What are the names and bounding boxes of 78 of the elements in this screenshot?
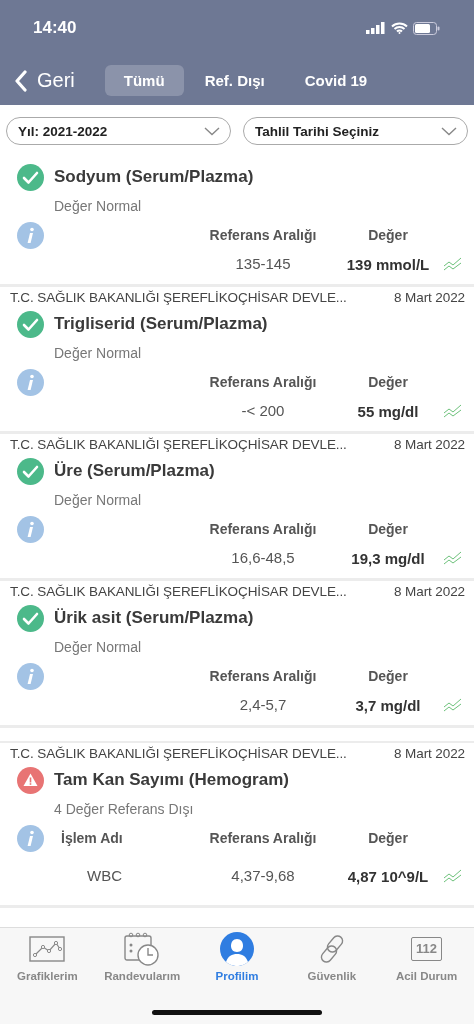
filter-tab[interactable]: Ref. Dışı xyxy=(185,65,284,96)
column-header: Referans Aralığı xyxy=(208,667,318,686)
result-summary: Değer Normal xyxy=(53,638,143,657)
chevron-down-icon xyxy=(441,126,457,136)
tab-bar-item[interactable]: Profilim xyxy=(189,932,285,982)
dropdown-field[interactable]: Yıl: 2021-2022 xyxy=(6,117,231,145)
column-header: Değer xyxy=(367,226,409,245)
tab-bar-item[interactable]: Grafiklerim xyxy=(0,932,95,982)
wifi-icon xyxy=(391,22,408,34)
info-icon[interactable] xyxy=(17,515,44,543)
column-header: Değer xyxy=(367,667,409,686)
reference-range: 135-145 xyxy=(234,254,292,274)
signal-icon xyxy=(366,22,386,34)
filter-tab[interactable]: Covid 19 xyxy=(285,65,387,96)
reference-range: 16,6-48,5 xyxy=(230,548,296,568)
filter-tab[interactable]: Tümü xyxy=(104,65,184,96)
hospital-name: T.C. SAĞLIK BAKANLIĞI ŞEREFLİKOÇHİSAR DEVLE... xyxy=(10,746,347,761)
chevron-left-icon xyxy=(14,69,27,92)
battery-icon xyxy=(413,21,440,35)
tab-bar-item[interactable]: 112 Acil Durum xyxy=(379,932,474,982)
info-icon[interactable] xyxy=(17,824,44,852)
tab-bar-item[interactable]: Randevularım xyxy=(94,932,190,982)
back-button[interactable]: Geri xyxy=(14,69,75,92)
column-header: Referans Aralığı xyxy=(208,520,318,539)
chevron-down-icon xyxy=(204,126,220,136)
test-title: Trigliserid (Serum/Plazma) xyxy=(54,314,268,334)
column-header: Değer xyxy=(367,373,409,392)
column-header: Referans Aralığı xyxy=(208,829,318,848)
check-icon xyxy=(17,310,44,338)
profile-icon xyxy=(220,932,254,966)
result-value: 19,3 mg/dl xyxy=(350,549,426,567)
trend-chart-icon[interactable] xyxy=(443,551,463,565)
result-value: 3,7 mg/dl xyxy=(354,696,422,714)
info-icon[interactable] xyxy=(17,662,44,690)
hospital-name: T.C. SAĞLIK BAKANLIĞI ŞEREFLİKOÇHİSAR DEVLE... xyxy=(10,584,347,599)
result-summary: Değer Normal xyxy=(53,491,143,510)
hospital-name: T.C. SAĞLIK BAKANLIĞI ŞEREFLİKOÇHİSAR DEVLE... xyxy=(10,437,347,452)
check-icon xyxy=(17,163,44,191)
result-date: 8 Mart 2022 xyxy=(394,437,465,452)
column-header: Referans Aralığı xyxy=(208,373,318,392)
hospital-name: T.C. SAĞLIK BAKANLIĞI ŞEREFLİKOÇHİSAR DEVLE... xyxy=(10,290,347,305)
info-icon[interactable] xyxy=(17,368,44,396)
result-value: 139 mmol/L xyxy=(345,255,431,273)
column-header: Değer xyxy=(367,520,409,539)
trend-chart-icon[interactable] xyxy=(443,869,463,883)
test-name: WBC xyxy=(86,866,123,886)
result-summary: Değer Normal xyxy=(53,344,143,363)
reference-range: 2,4-5,7 xyxy=(238,695,288,715)
chart-icon xyxy=(29,936,66,962)
test-title: Üre (Serum/Plazma) xyxy=(54,461,215,481)
result-value: 4,87 10^9/L xyxy=(346,867,430,885)
result-value: 55 mg/dl xyxy=(356,402,420,420)
check-icon xyxy=(17,457,44,485)
dropdown-field[interactable]: Tahlil Tarihi Seçiniz xyxy=(243,117,468,145)
result-date: 8 Mart 2022 xyxy=(394,584,465,599)
result-date: 8 Mart 2022 xyxy=(394,290,465,305)
column-header: Değer xyxy=(367,829,409,848)
status-time: 14:40 xyxy=(33,18,77,38)
column-header: Referans Aralığı xyxy=(208,226,318,245)
test-title: Ürik asit (Serum/Plazma) xyxy=(54,608,254,628)
result-summary: Değer Normal xyxy=(53,197,143,216)
test-title: Tam Kan Sayımı (Hemogram) xyxy=(54,770,289,790)
info-icon[interactable] xyxy=(17,221,44,249)
check-icon xyxy=(17,604,44,632)
result-summary: 4 Değer Referans Dışı xyxy=(53,800,195,819)
tab-bar-item[interactable]: Güvenlik xyxy=(284,932,380,982)
trend-chart-icon[interactable] xyxy=(443,698,463,712)
trend-chart-icon[interactable] xyxy=(443,404,463,418)
warning-icon xyxy=(17,766,44,794)
column-header: İşlem Adı xyxy=(60,829,124,848)
emergency-number-icon: 112 xyxy=(411,937,443,961)
trend-chart-icon[interactable] xyxy=(443,257,463,271)
result-date: 8 Mart 2022 xyxy=(394,746,465,761)
reference-range: 4,37-9,68 xyxy=(230,866,296,886)
reference-range: -< 200 xyxy=(240,401,286,421)
calendar-clock-icon xyxy=(124,932,161,966)
test-title: Sodyum (Serum/Plazma) xyxy=(54,167,254,187)
home-indicator[interactable] xyxy=(152,1010,322,1015)
